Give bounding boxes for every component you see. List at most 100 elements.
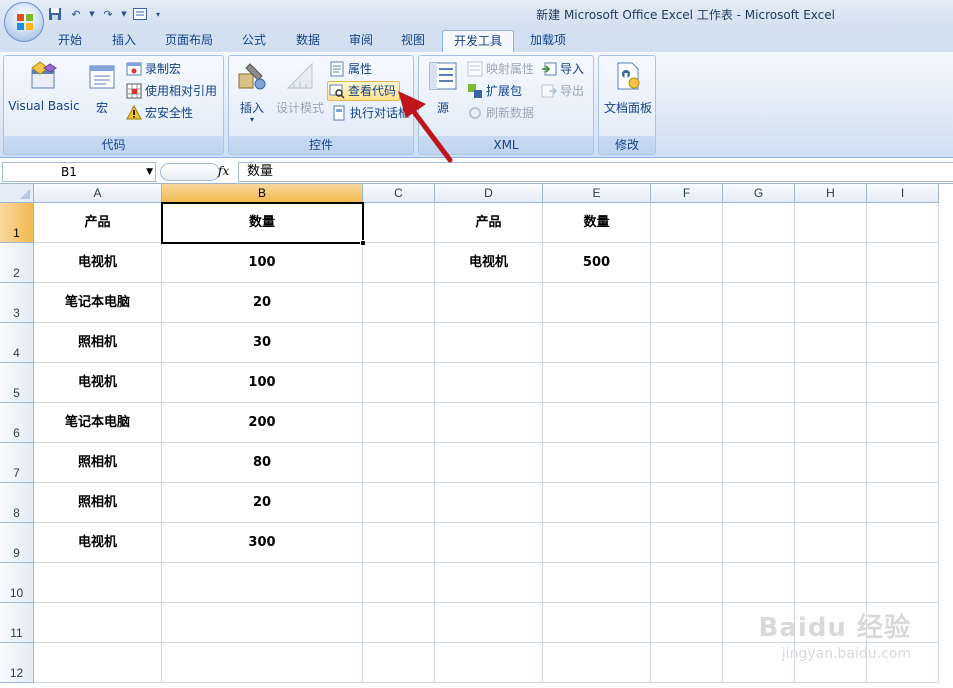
cell-f3[interactable] (651, 283, 723, 323)
cell-a6[interactable]: 笔记本电脑 (34, 403, 162, 443)
cell-d2[interactable]: 电视机 (435, 243, 543, 283)
run-dialog-button[interactable]: 执行对话框 (331, 103, 410, 123)
cell-d12[interactable] (435, 643, 543, 683)
column-header-e[interactable]: E (543, 184, 651, 203)
refresh-data-button[interactable]: 刷新数据 (467, 103, 534, 123)
insert-control-button[interactable]: 插入 ▾ (233, 60, 271, 124)
formula-input[interactable]: 数量 (238, 162, 953, 182)
formula-edit-handle[interactable] (160, 163, 220, 181)
cell-b4[interactable]: 30 (162, 323, 363, 363)
xml-source-button[interactable]: 源 (425, 60, 461, 116)
row-header-4[interactable]: 4 (0, 323, 34, 363)
cell-g2[interactable] (723, 243, 795, 283)
cell-a4[interactable]: 照相机 (34, 323, 162, 363)
column-header-b[interactable]: B (162, 184, 363, 203)
name-box-dropdown-icon[interactable]: ▼ (146, 163, 153, 181)
cell-g6[interactable] (723, 403, 795, 443)
cell-e10[interactable] (543, 563, 651, 603)
cell-a1[interactable]: 产品 (34, 203, 162, 243)
row-header-2[interactable]: 2 (0, 243, 34, 283)
tab-review[interactable]: 审阅 (341, 30, 381, 52)
cell-a7[interactable]: 照相机 (34, 443, 162, 483)
cell-b5[interactable]: 100 (162, 363, 363, 403)
column-header-i[interactable]: I (867, 184, 939, 203)
cell-c1[interactable] (363, 203, 435, 243)
record-macro-button[interactable]: 录制宏 (126, 59, 181, 79)
cell-a5[interactable]: 电视机 (34, 363, 162, 403)
cell-b11[interactable] (162, 603, 363, 643)
row-header-11[interactable]: 11 (0, 603, 34, 643)
cell-a10[interactable] (34, 563, 162, 603)
cell-e2[interactable]: 500 (543, 243, 651, 283)
view-code-button[interactable]: 查看代码 (327, 81, 401, 101)
row-header-3[interactable]: 3 (0, 283, 34, 323)
cell-g5[interactable] (723, 363, 795, 403)
cell-h6[interactable] (795, 403, 867, 443)
row-header-1[interactable]: 1 (0, 203, 34, 243)
column-header-f[interactable]: F (651, 184, 723, 203)
cell-c2[interactable] (363, 243, 435, 283)
cell-g4[interactable] (723, 323, 795, 363)
column-header-d[interactable]: D (435, 184, 543, 203)
cell-b9[interactable]: 300 (162, 523, 363, 563)
cell-d3[interactable] (435, 283, 543, 323)
map-properties-button[interactable]: 映射属性 (467, 59, 534, 79)
cell-a9[interactable]: 电视机 (34, 523, 162, 563)
cell-d9[interactable] (435, 523, 543, 563)
cell-i9[interactable] (867, 523, 939, 563)
cell-d7[interactable] (435, 443, 543, 483)
cell-e11[interactable] (543, 603, 651, 643)
cell-e1[interactable]: 数量 (543, 203, 651, 243)
cell-d4[interactable] (435, 323, 543, 363)
tab-addins[interactable]: 加载项 (524, 30, 572, 52)
cell-a8[interactable]: 照相机 (34, 483, 162, 523)
design-mode-button[interactable]: 设计模式 (273, 60, 327, 116)
column-header-g[interactable]: G (723, 184, 795, 203)
insert-function-icon[interactable]: fx (218, 164, 229, 178)
cell-g7[interactable] (723, 443, 795, 483)
cell-a11[interactable] (34, 603, 162, 643)
cell-h2[interactable] (795, 243, 867, 283)
tab-insert[interactable]: 插入 (104, 30, 144, 52)
select-all-button[interactable] (0, 184, 34, 203)
cell-a2[interactable]: 电视机 (34, 243, 162, 283)
expansion-pack-button[interactable]: 扩展包 (467, 81, 522, 101)
tab-developer[interactable]: 开发工具 (442, 30, 514, 52)
tab-view[interactable]: 视图 (393, 30, 433, 52)
cell-i6[interactable] (867, 403, 939, 443)
cell-d5[interactable] (435, 363, 543, 403)
cell-f10[interactable] (651, 563, 723, 603)
cell-b12[interactable] (162, 643, 363, 683)
cell-b10[interactable] (162, 563, 363, 603)
cell-f7[interactable] (651, 443, 723, 483)
macro-security-button[interactable]: 宏安全性 (126, 103, 193, 123)
macros-button[interactable]: 宏 (84, 60, 120, 116)
import-button[interactable]: 导入 (541, 59, 584, 79)
cell-f5[interactable] (651, 363, 723, 403)
cell-c12[interactable] (363, 643, 435, 683)
cell-e9[interactable] (543, 523, 651, 563)
cell-e8[interactable] (543, 483, 651, 523)
cell-a3[interactable]: 笔记本电脑 (34, 283, 162, 323)
tab-data[interactable]: 数据 (288, 30, 328, 52)
cell-h1[interactable] (795, 203, 867, 243)
cell-d1[interactable]: 产品 (435, 203, 543, 243)
cell-h10[interactable] (795, 563, 867, 603)
row-header-10[interactable]: 10 (0, 563, 34, 603)
tab-formulas[interactable]: 公式 (234, 30, 274, 52)
cell-g10[interactable] (723, 563, 795, 603)
export-button[interactable]: 导出 (541, 81, 584, 101)
cell-c7[interactable] (363, 443, 435, 483)
cell-i8[interactable] (867, 483, 939, 523)
cell-c10[interactable] (363, 563, 435, 603)
cell-g9[interactable] (723, 523, 795, 563)
cell-e5[interactable] (543, 363, 651, 403)
cell-c3[interactable] (363, 283, 435, 323)
row-header-9[interactable]: 9 (0, 523, 34, 563)
cell-c5[interactable] (363, 363, 435, 403)
row-header-8[interactable]: 8 (0, 483, 34, 523)
cell-e12[interactable] (543, 643, 651, 683)
cell-f9[interactable] (651, 523, 723, 563)
cell-c9[interactable] (363, 523, 435, 563)
row-header-12[interactable]: 12 (0, 643, 34, 683)
